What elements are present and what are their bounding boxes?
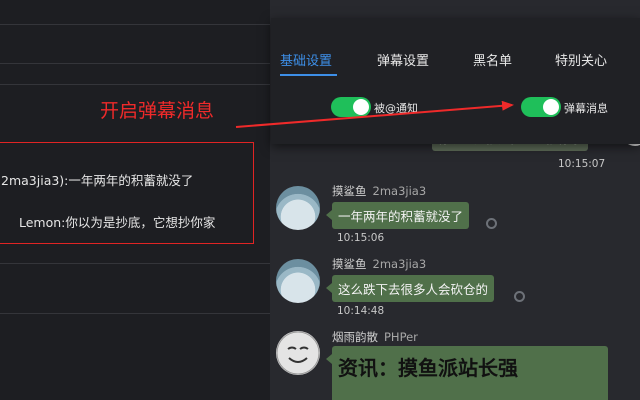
annotation-arrow bbox=[235, 100, 514, 128]
